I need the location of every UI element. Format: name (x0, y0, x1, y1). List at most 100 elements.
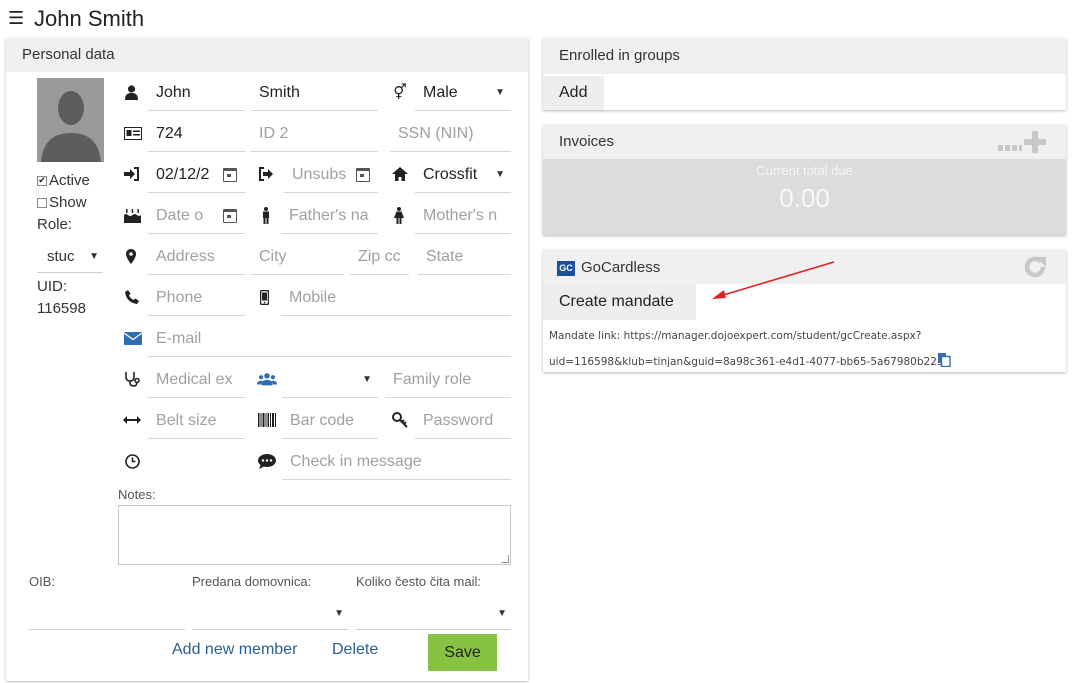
belt-size-input[interactable]: Belt size (148, 403, 245, 439)
delete-link[interactable]: Delete (332, 641, 378, 659)
city-input[interactable]: City (251, 239, 344, 275)
sign-in-icon (122, 164, 142, 184)
zip-input[interactable]: Zip cc (350, 239, 409, 275)
show-check-box[interactable] (37, 197, 47, 208)
email-input[interactable]: E-mail (148, 321, 511, 357)
id2-input[interactable]: ID 2 (251, 116, 378, 152)
gender-select[interactable]: Male ▼ (415, 75, 511, 111)
map-marker-icon (121, 246, 141, 266)
show-checkbox[interactable]: Show (37, 194, 87, 211)
birth-date-placeholder: Date o (156, 207, 204, 224)
current-total-due-value: 0.00 (779, 183, 830, 213)
page-title: John Smith (34, 6, 145, 31)
envelope-icon (123, 328, 143, 348)
chevron-down-icon: ▼ (89, 251, 99, 262)
calendar-icon[interactable] (223, 168, 237, 182)
mandate-link-line1: Mandate link: https://manager.dojoexpert… (549, 330, 922, 342)
phone-icon (122, 287, 142, 307)
sign-out-icon (256, 164, 276, 184)
family-select[interactable]: ▼ (282, 362, 378, 398)
start-date-value: 02/12/2 (156, 166, 210, 183)
calendar-icon[interactable] (223, 209, 237, 223)
active-label: Active (49, 172, 90, 189)
birth-date-input[interactable]: Date o (148, 198, 245, 234)
more-icon[interactable] (998, 138, 1022, 151)
role-value: stuc (47, 248, 75, 265)
unsubscribe-placeholder: Unsubs (292, 166, 347, 183)
club-select[interactable]: Crossfit ▼ (415, 157, 511, 193)
phone-input[interactable]: Phone (148, 280, 245, 316)
mobile-input[interactable]: Mobile (281, 280, 511, 316)
mother-name-input[interactable]: Mother's n (415, 198, 511, 234)
personal-data-card: Personal data ✔ Active Show Role: stuc ▼… (6, 38, 528, 681)
chevron-down-icon: ▼ (497, 608, 507, 619)
menu-icon[interactable]: ☰ (8, 8, 24, 29)
predana-domovnica-label: Predana domovnica: (192, 574, 312, 589)
arrows-horizontal-icon (122, 410, 142, 430)
ssn-input[interactable]: SSN (NIN) (390, 116, 511, 152)
first-name-input[interactable]: John (148, 75, 245, 111)
save-button[interactable]: Save (428, 634, 497, 671)
gender-value: Male (423, 84, 458, 101)
plus-icon[interactable] (1024, 131, 1046, 153)
chevron-down-icon: ▼ (362, 374, 372, 385)
oib-label: OIB: (29, 574, 56, 589)
gocardless-logo: GC (557, 260, 575, 276)
start-date-input[interactable]: 02/12/2 (148, 157, 245, 193)
id-card-icon (123, 123, 143, 143)
invoices-card: Invoices Current total due 0.00 (543, 125, 1066, 235)
koliko-cesto-label: Koliko često čita mail: (356, 574, 481, 589)
active-check-mark[interactable]: ✔ (37, 175, 47, 186)
create-mandate-button[interactable]: Create mandate (543, 284, 696, 320)
key-icon (390, 410, 410, 430)
enrolled-groups-card: Enrolled in groups Add (543, 38, 1066, 110)
bar-code-input[interactable]: Bar code (282, 403, 378, 439)
gender-icon: ⚥ (393, 84, 407, 101)
show-label: Show (49, 194, 87, 211)
oib-input[interactable] (29, 600, 185, 630)
female-icon (389, 205, 409, 225)
calendar-icon[interactable] (356, 168, 370, 182)
father-name-input[interactable]: Father's na (281, 198, 378, 234)
medical-exam-input[interactable]: Medical ex (148, 362, 245, 398)
unsubscribe-date-input[interactable]: Unsubs (284, 157, 378, 193)
comment-icon (257, 451, 277, 471)
user-icon (121, 82, 141, 102)
chevron-down-icon: ▼ (334, 608, 344, 619)
add-new-member-link[interactable]: Add new member (172, 641, 297, 659)
home-icon (390, 164, 410, 184)
id1-input[interactable]: 724 (148, 116, 245, 152)
invoices-title: Invoices (543, 125, 1066, 159)
birthday-cake-icon (122, 205, 142, 225)
resize-handle-icon[interactable] (501, 555, 509, 563)
barcode-icon (257, 410, 277, 430)
users-icon (257, 369, 277, 389)
notes-textarea[interactable] (118, 505, 511, 565)
last-name-input[interactable]: Smith (251, 75, 378, 111)
copy-icon[interactable] (937, 353, 951, 368)
role-label: Role: (37, 216, 73, 233)
refresh-icon[interactable] (1022, 254, 1048, 280)
family-role-input[interactable]: Family role (385, 362, 511, 398)
current-total-due-label: Current total due (756, 163, 853, 178)
predana-domovnica-select[interactable]: ▼ (192, 600, 348, 630)
club-value: Crossfit (423, 166, 478, 183)
password-input[interactable]: Password (415, 403, 511, 439)
mobile-icon (254, 287, 274, 307)
chevron-down-icon: ▼ (495, 87, 505, 98)
add-group-button[interactable]: Add (543, 76, 604, 110)
clock-icon (122, 451, 142, 471)
stethoscope-icon (122, 369, 142, 389)
avatar[interactable] (37, 78, 104, 162)
notes-label: Notes: (118, 487, 156, 502)
active-checkbox[interactable]: ✔ Active (37, 172, 90, 189)
personal-data-title: Personal data (6, 38, 528, 72)
check-in-message-input[interactable]: Check in message (282, 444, 511, 480)
koliko-cesto-select[interactable]: ▼ (356, 600, 511, 630)
uid-label: UID: (37, 278, 67, 295)
annotation-arrow (712, 261, 835, 299)
state-input[interactable]: State (418, 239, 511, 275)
gocardless-title: GoCardless (581, 259, 661, 276)
role-select[interactable]: stuc ▼ (37, 241, 103, 273)
address-input[interactable]: Address (148, 239, 245, 275)
